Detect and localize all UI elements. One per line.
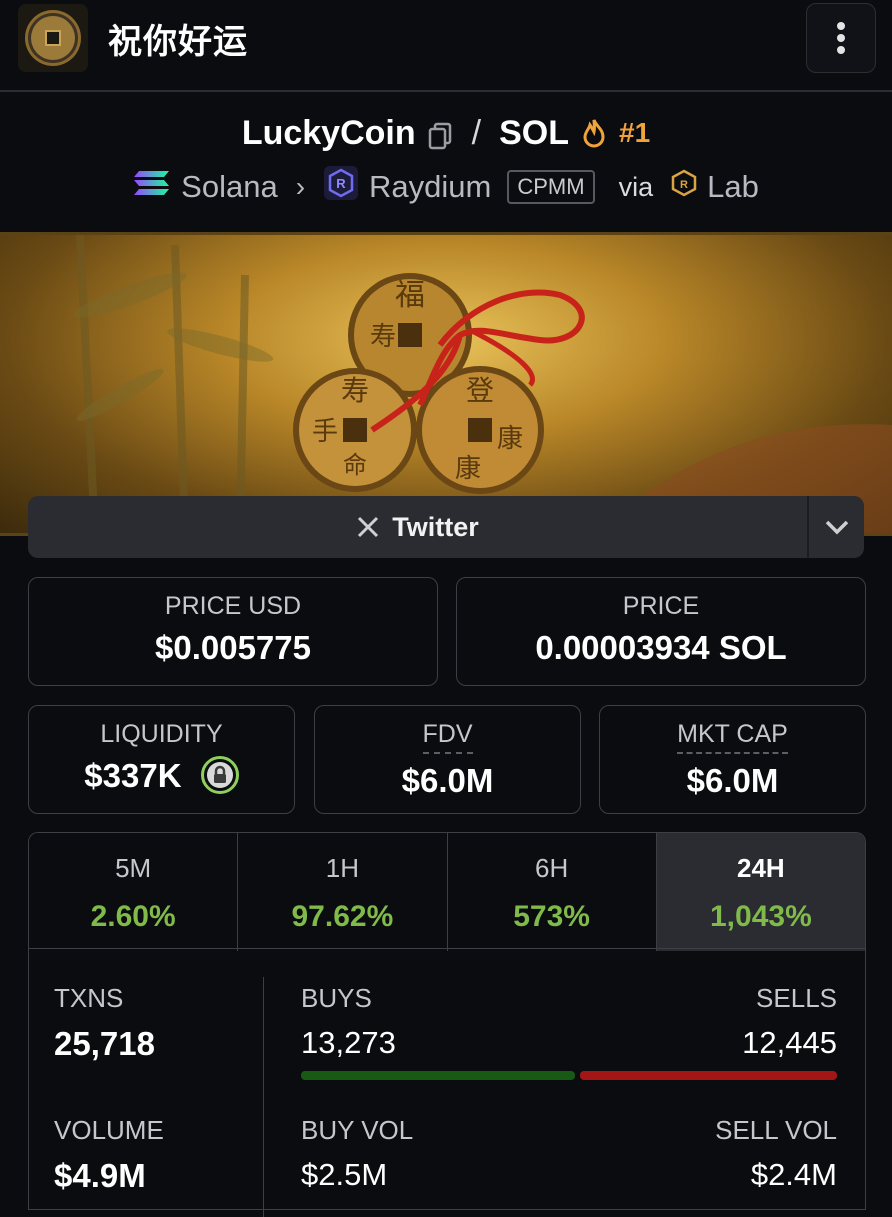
txns-label: TXNS: [54, 983, 124, 1013]
svg-text:康: 康: [455, 454, 481, 484]
txns-value: 25,718: [54, 1025, 155, 1062]
tab-1h[interactable]: 1H 97.62%: [238, 833, 448, 951]
transactions-panel: TXNS 25,718 BUYS 13,273 SELLS 12,445 VOL…: [28, 948, 866, 1217]
dex-link[interactable]: Raydium: [369, 169, 491, 205]
lock-icon[interactable]: [200, 756, 239, 795]
sell-vol-value: $2.4M: [750, 1157, 837, 1192]
token-banner-image: 福 寿 寿 手 命 登 康 康: [0, 232, 892, 536]
fdv-label[interactable]: FDV: [422, 720, 473, 754]
svg-text:福: 福: [395, 278, 425, 313]
svg-text:康: 康: [497, 424, 523, 454]
buy-vol-value: $2.5M: [301, 1157, 388, 1192]
tab-6h[interactable]: 6H 573%: [447, 833, 657, 951]
tab-24h[interactable]: 24H 1,043%: [656, 833, 865, 951]
chevron-down-icon: [825, 520, 848, 535]
volume-label: VOLUME: [54, 1115, 164, 1145]
socials-expand-button[interactable]: [807, 496, 864, 558]
lab-icon: R: [671, 169, 697, 205]
svg-text:命: 命: [343, 451, 367, 479]
chevron-right-icon: ›: [295, 171, 306, 202]
price-usd-card: PRICE USD $0.005775: [28, 577, 438, 686]
buys-label: BUYS: [301, 983, 372, 1013]
x-logo-icon: [358, 516, 379, 538]
top-bar: 祝你好运: [0, 0, 892, 92]
price-change: 97.62%: [291, 900, 394, 933]
copy-icon[interactable]: [428, 120, 454, 150]
menu-button[interactable]: [806, 3, 876, 73]
price-native-label: PRICE: [622, 592, 700, 620]
chain-link[interactable]: Solana: [181, 169, 278, 205]
fdv-card: FDV $6.0M: [314, 705, 581, 814]
trending-rank: #1: [619, 117, 651, 148]
sells-value: 12,445: [742, 1025, 837, 1060]
price-change: 573%: [513, 900, 590, 933]
pool-type-badge: CPMM: [507, 170, 595, 204]
tab-5m[interactable]: 5M 2.60%: [29, 833, 239, 951]
twitter-link[interactable]: Twitter: [28, 496, 807, 558]
liquidity-label: LIQUIDITY: [100, 720, 223, 748]
kebab-menu-icon: [837, 22, 845, 30]
svg-text:手: 手: [312, 417, 338, 447]
sell-vol-label: SELL VOL: [715, 1115, 837, 1145]
price-change: 2.60%: [90, 900, 176, 933]
panel-divider: [263, 977, 264, 1217]
mktcap-card: MKT CAP $6.0M: [599, 705, 866, 814]
buys-value: 13,273: [301, 1025, 396, 1060]
tab-label: 24H: [737, 853, 785, 883]
price-native-value: 0.00003934 SOL: [535, 629, 787, 666]
svg-text:寿: 寿: [341, 374, 369, 407]
sells-ratio-bar: [580, 1071, 837, 1080]
buys-ratio-bar: [301, 1071, 575, 1080]
mktcap-label[interactable]: MKT CAP: [677, 720, 788, 754]
pair-separator: /: [471, 113, 482, 152]
liquidity-card: LIQUIDITY $337K: [28, 705, 295, 814]
quote-token: SOL: [499, 113, 569, 152]
pair-title-row: LuckyCoin / SOL #1: [0, 110, 892, 156]
price-usd-value: $0.005775: [155, 629, 311, 666]
mktcap-value: $6.0M: [686, 762, 779, 799]
site-title: 祝你好运: [108, 22, 248, 62]
liquidity-value: $337K: [84, 757, 182, 794]
socials-bar: Twitter: [28, 496, 864, 558]
tab-label: 1H: [325, 853, 359, 883]
solana-icon: [133, 168, 171, 206]
via-source-link[interactable]: Lab: [707, 169, 759, 205]
fdv-value: $6.0M: [401, 762, 494, 799]
tab-label: 6H: [535, 853, 569, 883]
via-label: via: [618, 171, 654, 202]
raydium-icon: R: [323, 165, 359, 209]
svg-text:登: 登: [466, 374, 494, 407]
price-native-card: PRICE 0.00003934 SOL: [456, 577, 866, 686]
twitter-label: Twitter: [392, 511, 479, 542]
svg-text:寿: 寿: [370, 322, 396, 352]
svg-text:R: R: [680, 179, 688, 191]
timeframe-tabs: 5M 2.60% 1H 97.62% 6H 573% 24H 1,043%: [28, 832, 866, 951]
volume-value: $4.9M: [54, 1157, 146, 1194]
buy-vol-label: BUY VOL: [301, 1115, 414, 1145]
price-change: 1,043%: [710, 900, 812, 933]
chain-row: Solana › R Raydium CPMM via R Lab: [0, 165, 892, 209]
tab-label: 5M: [115, 853, 152, 883]
sells-label: SELLS: [756, 983, 837, 1013]
svg-text:R: R: [336, 176, 346, 191]
fire-icon: [581, 118, 607, 148]
base-token: LuckyCoin: [241, 113, 416, 152]
price-usd-label: PRICE USD: [164, 592, 302, 620]
lucky-coin-logo[interactable]: [18, 4, 88, 72]
